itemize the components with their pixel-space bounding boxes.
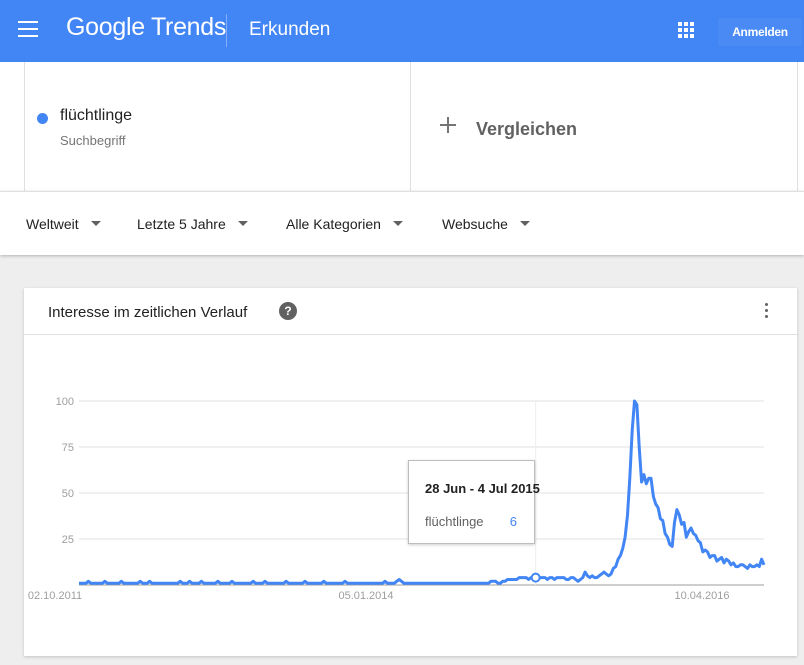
time-range-label: Letzte 5 Jahre [137, 216, 226, 232]
category-label: Alle Kategorien [286, 216, 381, 232]
app-header: Google Trends Erkunden Anmelden [0, 0, 804, 62]
tooltip-date: 28 Jun - 4 Jul 2015 [425, 481, 540, 496]
google-trends-logo[interactable]: Google Trends [66, 13, 226, 42]
y-tick-label: 100 [56, 396, 74, 408]
menu-icon[interactable] [18, 21, 38, 37]
caret-down-icon [90, 221, 101, 226]
region-dropdown[interactable]: Weltweit [26, 216, 101, 232]
apps-grid-icon[interactable] [678, 22, 694, 38]
caret-down-icon [519, 221, 530, 226]
caret-down-icon [392, 221, 403, 226]
term-label: flüchtlinge [60, 107, 133, 124]
signin-button[interactable]: Anmelden [718, 18, 802, 46]
help-icon[interactable]: ? [279, 302, 297, 320]
search-type-label: Websuche [442, 216, 508, 232]
time-range-dropdown[interactable]: Letzte 5 Jahre [137, 216, 248, 232]
y-tick-label: 25 [62, 534, 74, 546]
category-dropdown[interactable]: Alle Kategorien [286, 216, 403, 232]
compare-card[interactable]: Vergleichen [411, 62, 798, 191]
tooltip-term: flüchtlinge [425, 514, 484, 529]
caret-down-icon [237, 221, 248, 226]
plus-icon [440, 117, 456, 133]
y-tick-label: 50 [62, 488, 74, 500]
interest-line-chart[interactable]: 100 75 50 25 02.10.2011 05.01.2014 10.04.2016 [24, 335, 774, 605]
y-tick-label: 75 [62, 442, 74, 454]
more-vert-icon[interactable] [763, 303, 769, 321]
header-divider [226, 14, 227, 47]
term-color-dot [37, 113, 48, 124]
x-tick-label: 02.10.2011 [28, 590, 82, 602]
region-label: Weltweit [26, 216, 79, 232]
x-tick-label: 05.01.2014 [338, 590, 393, 602]
x-tick-label: 10.04.2016 [674, 590, 729, 602]
chart-tooltip: 28 Jun - 4 Jul 2015 flüchtlinge 6 [408, 460, 540, 544]
term-card[interactable]: flüchtlinge Suchbegriff [24, 62, 411, 191]
card-header: Interesse im zeitlichen Verlauf ? [24, 288, 797, 335]
search-type-dropdown[interactable]: Websuche [442, 216, 530, 232]
filter-bar: Weltweit Letzte 5 Jahre Alle Kategorien … [0, 191, 804, 255]
hover-point [530, 572, 541, 583]
page-title: Erkunden [249, 19, 331, 40]
compare-label: Vergleichen [476, 119, 578, 139]
term-type: Suchbegriff [60, 133, 126, 148]
search-terms-panel: flüchtlinge Suchbegriff Vergleichen [0, 62, 804, 191]
tooltip-value: 6 [509, 514, 517, 529]
card-title: Interesse im zeitlichen Verlauf [48, 304, 248, 321]
